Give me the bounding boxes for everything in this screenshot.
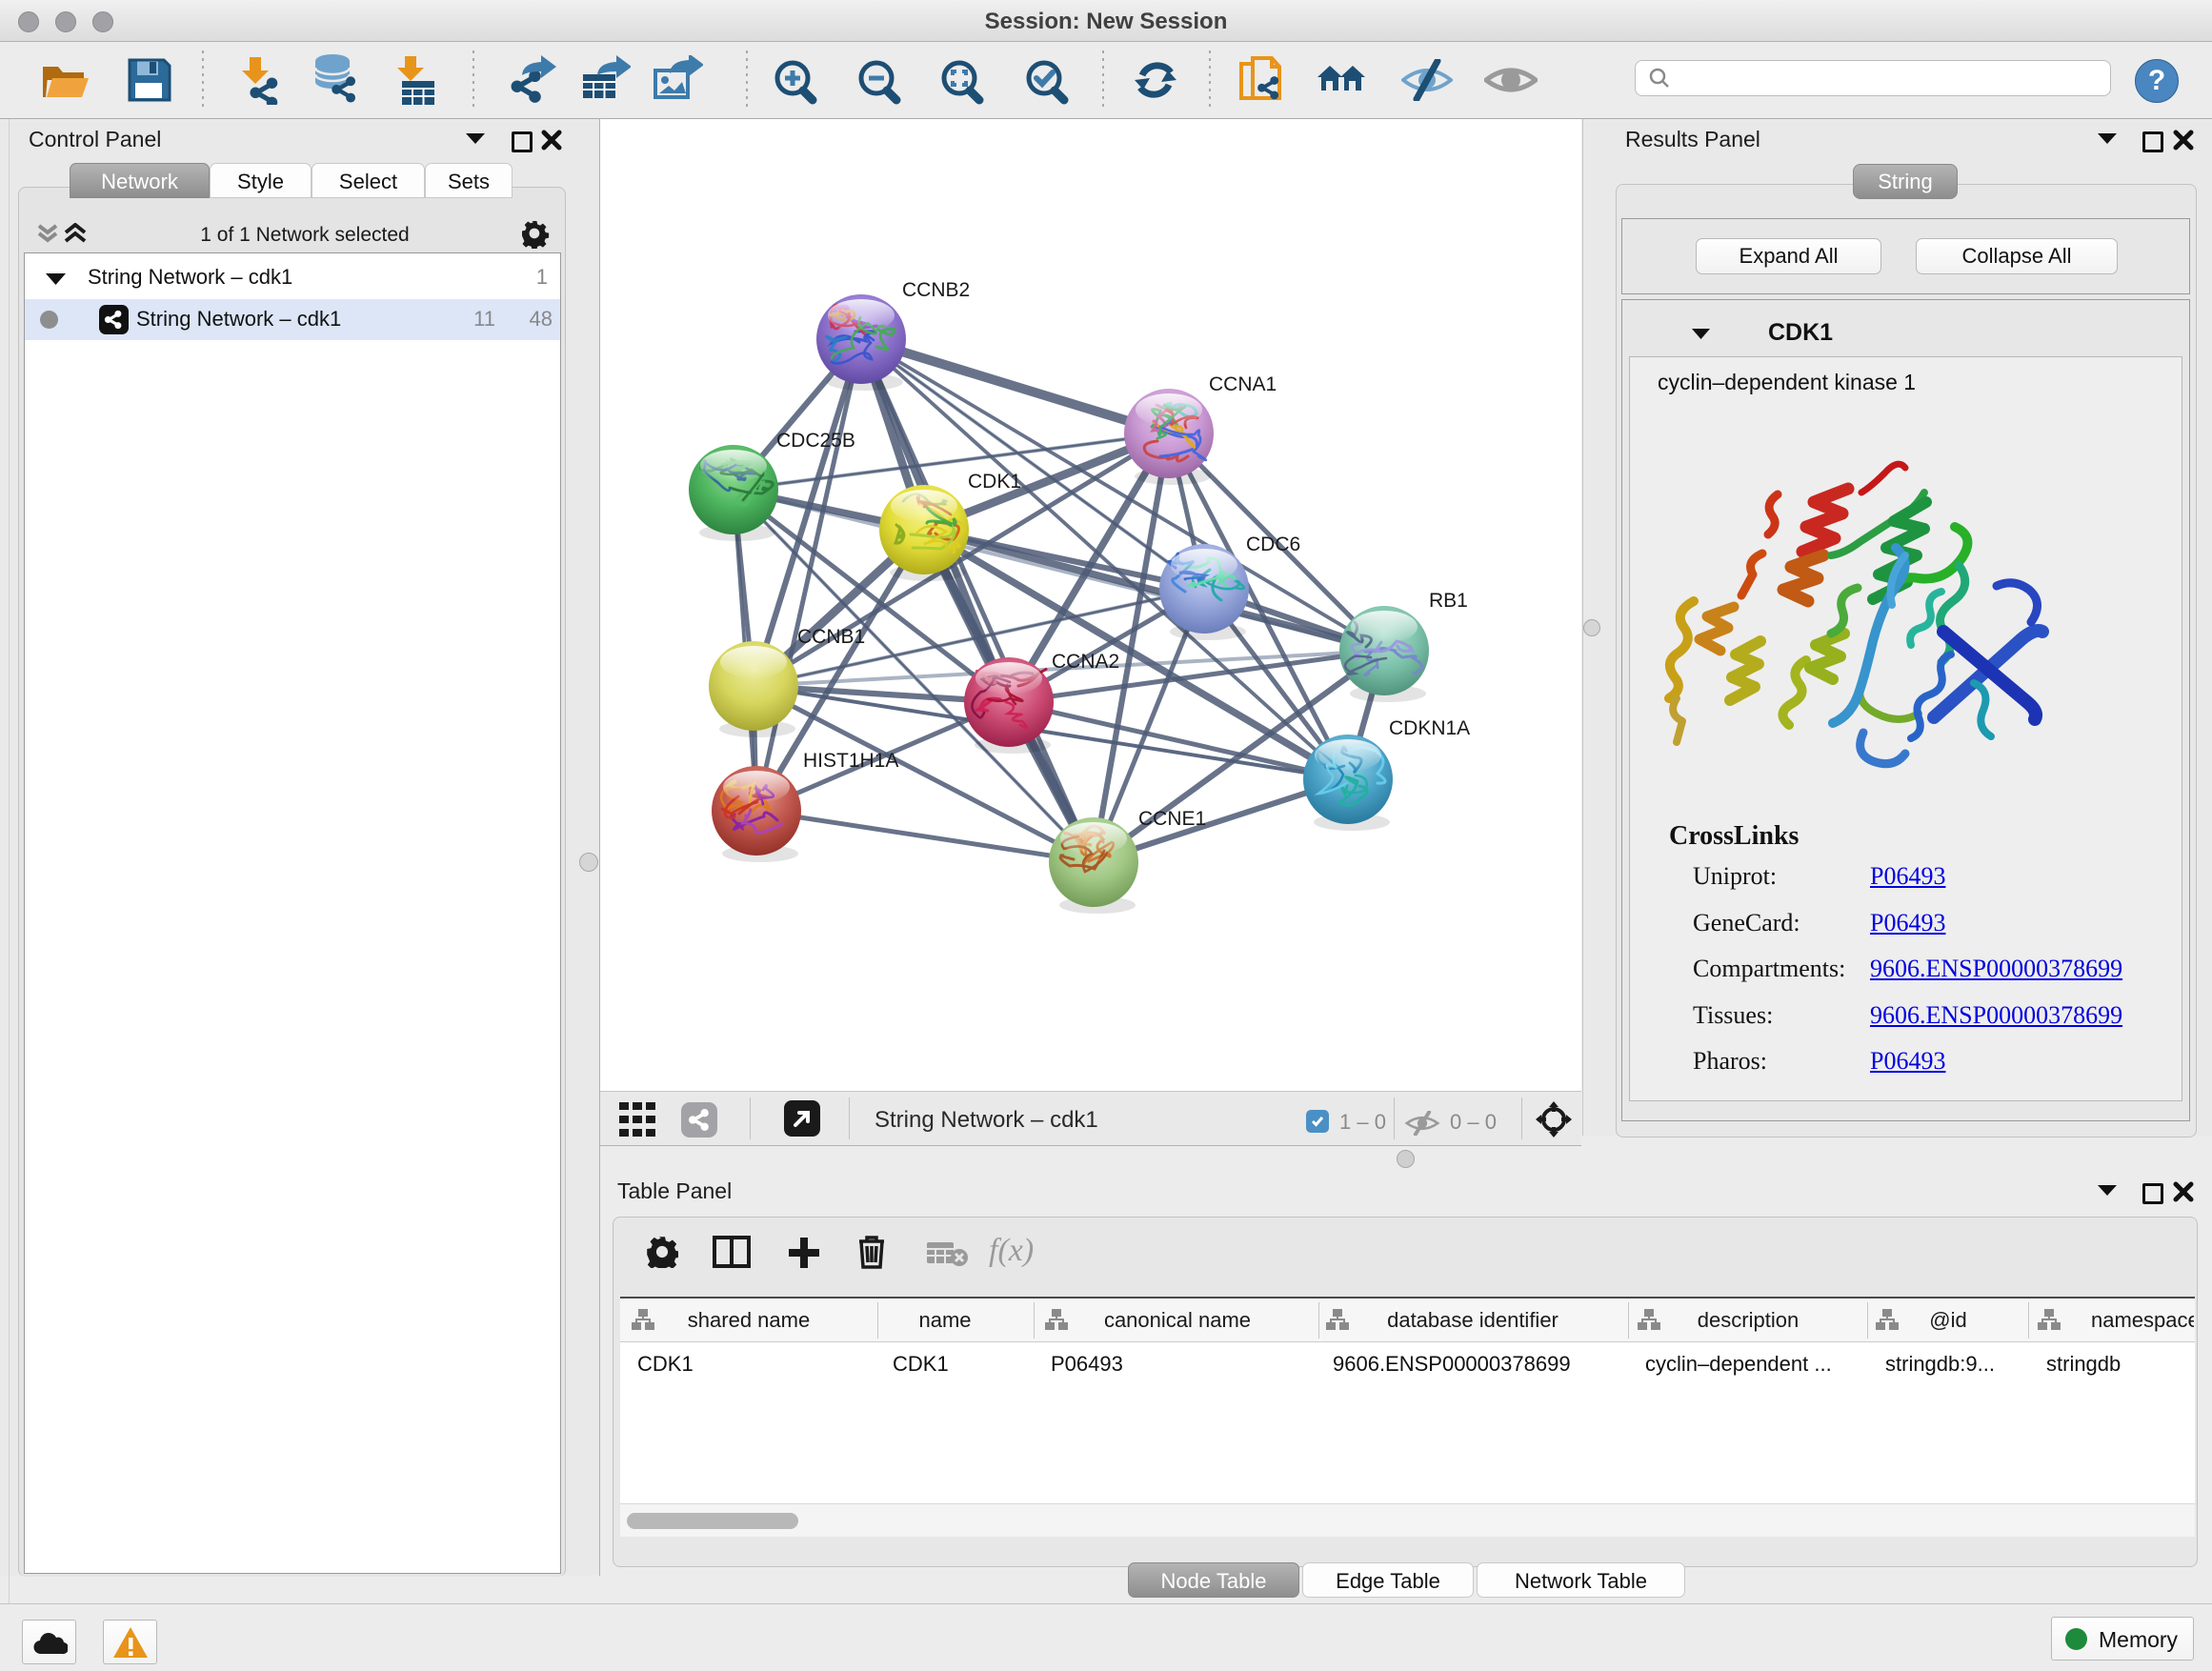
svg-text:CCNE1: CCNE1 xyxy=(1138,808,1206,830)
svg-text:CDK1: CDK1 xyxy=(968,471,1021,493)
svg-text:CCNA2: CCNA2 xyxy=(1052,651,1119,673)
svg-text:CCNB2: CCNB2 xyxy=(902,279,970,301)
svg-text:HIST1H1A: HIST1H1A xyxy=(803,750,898,772)
svg-text:CCNA1: CCNA1 xyxy=(1209,373,1277,395)
svg-text:CDC25B: CDC25B xyxy=(776,430,855,452)
svg-text:RB1: RB1 xyxy=(1429,590,1468,612)
svg-text:CDKN1A: CDKN1A xyxy=(1389,717,1470,739)
svg-text:CCNB1: CCNB1 xyxy=(797,626,865,648)
svg-text:CDC6: CDC6 xyxy=(1246,534,1300,555)
